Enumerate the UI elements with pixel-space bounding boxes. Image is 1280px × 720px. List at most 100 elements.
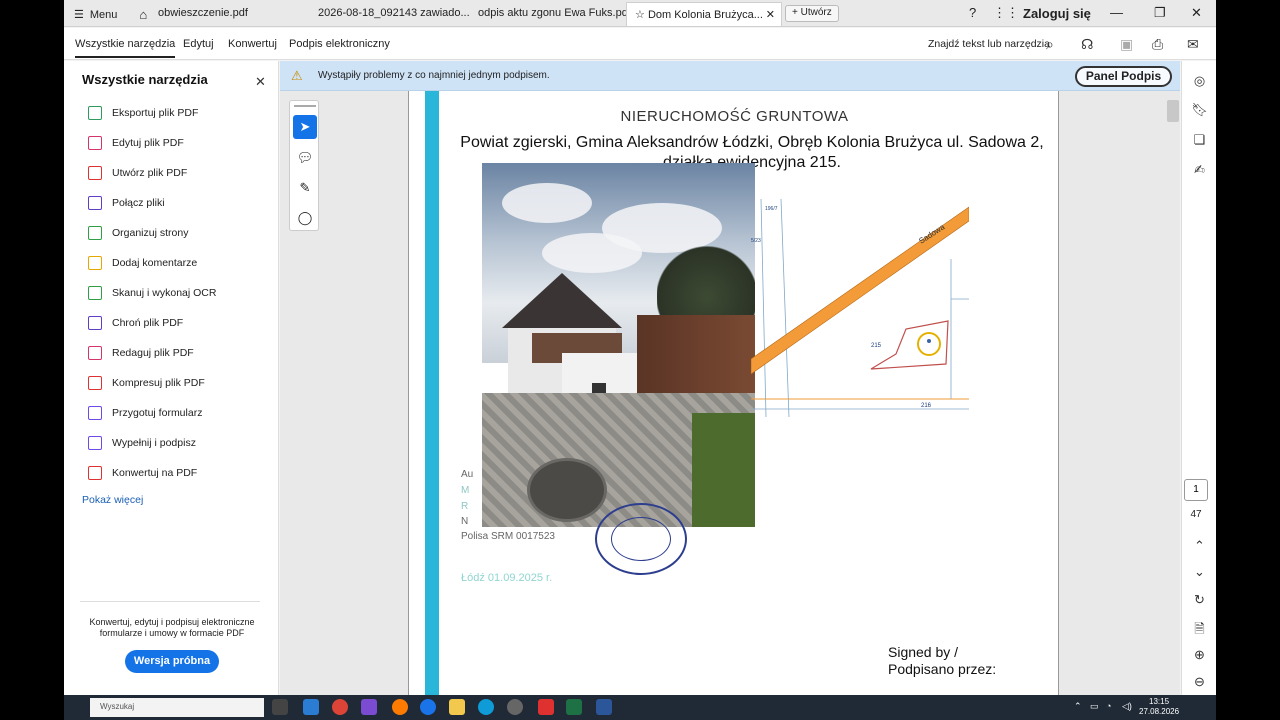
select-cursor-icon[interactable]: ➤ — [293, 115, 317, 139]
tab-zawiadomienie[interactable]: 2026-08-18_092143 zawiado... — [310, 2, 470, 26]
tray-battery-icon[interactable]: ▭ — [1090, 701, 1099, 712]
maximize-icon[interactable]: ❐ — [1154, 5, 1166, 21]
tool-item[interactable]: Połącz pliki — [88, 196, 165, 210]
hamburger-icon: ☰ — [74, 9, 84, 21]
minimize-icon[interactable]: — — [1110, 5, 1123, 20]
menu-e-signature[interactable]: Podpis elektroniczny — [289, 38, 390, 50]
search-icon[interactable]: ⌕ — [1046, 36, 1054, 53]
app-icon[interactable] — [507, 699, 523, 715]
pen-icon[interactable]: ✎ — [293, 176, 317, 200]
tool-icon — [88, 136, 102, 150]
print-icon[interactable]: ⎙ — [1152, 36, 1163, 53]
scroll-up-icon[interactable]: ⌃ — [1182, 538, 1216, 554]
addr-line: M — [461, 485, 470, 496]
close-window-icon[interactable]: ✕ — [1191, 5, 1202, 21]
close-tab-icon[interactable]: ✕ — [766, 8, 775, 21]
tab-label: Dom Kolonia Brużyca... — [647, 9, 763, 21]
tool-item[interactable]: Chroń plik PDF — [88, 316, 183, 330]
tool-item[interactable]: Organizuj strony — [88, 226, 188, 240]
vertical-scrollbar[interactable] — [1167, 100, 1179, 122]
tool-item[interactable]: Przygotuj formularz — [88, 406, 202, 420]
apps-grid-icon[interactable]: ⋮⋮ — [993, 5, 1019, 21]
sign-icon[interactable]: ✍︎ — [1182, 162, 1216, 178]
zoom-out-icon[interactable]: ⊖ — [1182, 674, 1216, 690]
word-icon[interactable] — [596, 699, 612, 715]
tool-item[interactable]: Utwórz plik PDF — [88, 166, 187, 180]
menu-label: Menu — [89, 8, 118, 21]
tray-chevron-icon[interactable]: ⌃ — [1074, 701, 1082, 712]
page-settings-icon[interactable]: 🗎︎ — [1182, 620, 1216, 642]
menu-convert[interactable]: Konwertuj — [228, 38, 277, 50]
save-icon[interactable]: ▣ — [1120, 36, 1133, 53]
clock-time: 13:15 — [1149, 697, 1170, 706]
tray-network-icon[interactable]: ◔ — [1106, 701, 1111, 711]
trial-button[interactable]: Wersja próbna — [125, 650, 219, 673]
tool-label: Edytuj plik PDF — [112, 137, 184, 149]
tool-item[interactable]: Skanuj i wykonaj OCR — [88, 286, 216, 300]
tab-label: obwieszczenie.pdf — [158, 7, 248, 19]
page-number-input[interactable]: 1 — [1184, 479, 1208, 501]
all-tools-panel: Wszystkie narzędzia ✕ Eksportuj plik PDF… — [64, 61, 279, 695]
comment-icon[interactable]: 💬︎ — [293, 146, 317, 170]
close-panel-icon[interactable]: ✕ — [255, 74, 266, 90]
clock[interactable]: 13:15 27.08.2026 — [1139, 697, 1179, 717]
tab-obwieszczenie[interactable]: obwieszczenie.pdf — [150, 2, 310, 26]
tool-item[interactable]: Kompresuj plik PDF — [88, 376, 205, 390]
tool-item[interactable]: Redaguj plik PDF — [88, 346, 194, 360]
menu-button[interactable]: ☰ Menu ⌂ — [74, 7, 147, 22]
audio-icon[interactable]: ☊ — [1081, 36, 1093, 53]
acrobat-icon[interactable] — [538, 699, 554, 715]
tool-icon — [88, 196, 102, 210]
help-icon[interactable]: ? — [969, 5, 976, 20]
appraiser-stamp — [595, 503, 687, 575]
chrome-icon[interactable] — [332, 699, 348, 715]
new-tab-button[interactable]: + Utwórz — [785, 5, 839, 22]
tool-label: Chroń plik PDF — [112, 317, 184, 329]
tab-odpis-aktu[interactable]: odpis aktu zgonu Ewa Fuks.pdf — [470, 2, 630, 26]
excel-icon[interactable] — [566, 699, 582, 715]
menu-all-tools[interactable]: Wszystkie narzędzia — [75, 38, 176, 58]
drag-handle[interactable] — [294, 105, 316, 107]
bookmark-icon[interactable]: 🔖︎ — [1182, 102, 1216, 118]
document-title: NIERUCHOMOŚĆ GRUNTOWA — [620, 108, 849, 125]
ai-assistant-icon[interactable]: ◎ — [1182, 73, 1216, 89]
new-tab-label: Utwórz — [800, 7, 832, 18]
firefox-icon[interactable] — [392, 699, 408, 715]
tool-item[interactable]: Dodaj komentarze — [88, 256, 197, 270]
tool-icon — [88, 466, 102, 480]
tab-dom-kolonia[interactable]: ☆ Dom Kolonia Brużyca... ✕ — [626, 2, 782, 26]
edge-icon[interactable] — [478, 699, 494, 715]
parcel-bottom-label: 216 — [921, 403, 932, 409]
scroll-down-icon[interactable]: ⌄ — [1182, 564, 1216, 580]
copy-pages-icon[interactable]: ❏ — [1182, 132, 1216, 148]
tool-item[interactable]: Wypełnij i podpisz — [88, 436, 196, 450]
menu-edit[interactable]: Edytuj — [183, 38, 214, 50]
star-icon[interactable]: ☆ — [635, 9, 645, 21]
tool-icon — [88, 106, 102, 120]
lasso-icon[interactable]: ◯ — [293, 206, 317, 230]
login-button[interactable]: Zaloguj się — [1023, 6, 1091, 21]
mail-icon[interactable]: ✉ — [1187, 36, 1199, 53]
banner-text: Wystąpiły problemy z co najmniej jednym … — [318, 70, 550, 81]
tool-label: Kompresuj plik PDF — [112, 377, 205, 389]
find-text-label[interactable]: Znajdź tekst lub narzędzia — [928, 38, 1050, 50]
tab-label: odpis aktu zgonu Ewa Fuks.pdf — [478, 7, 630, 19]
zoom-in-icon[interactable]: ⊕ — [1182, 647, 1216, 663]
tool-icon — [88, 376, 102, 390]
tool-icon — [88, 256, 102, 270]
tool-item[interactable]: Konwertuj na PDF — [88, 466, 197, 480]
mail-app-icon[interactable] — [303, 699, 319, 715]
rotate-icon[interactable]: ↻ — [1182, 592, 1216, 608]
taskbar-search[interactable]: Wyszukaj — [90, 698, 264, 717]
clock-date: 27.08.2026 — [1139, 707, 1180, 716]
task-view-icon[interactable] — [272, 699, 288, 715]
teams-icon[interactable] — [361, 699, 377, 715]
file-explorer-icon[interactable] — [449, 699, 465, 715]
tool-item[interactable]: Eksportuj plik PDF — [88, 106, 198, 120]
show-more-link[interactable]: Pokaż więcej — [82, 494, 143, 506]
browser-icon[interactable] — [420, 699, 436, 715]
home-icon[interactable]: ⌂ — [139, 7, 147, 22]
signature-panel-button[interactable]: Panel Podpis — [1075, 66, 1172, 87]
tool-item[interactable]: Edytuj plik PDF — [88, 136, 184, 150]
tray-volume-icon[interactable]: ◁) — [1122, 701, 1132, 712]
